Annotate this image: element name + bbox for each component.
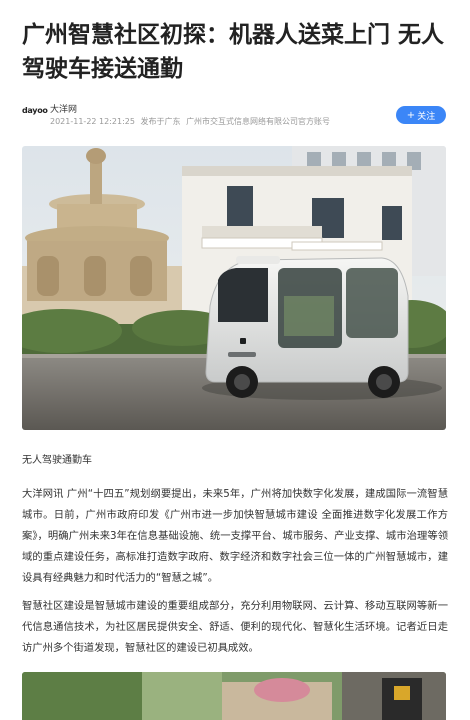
paragraph: 智慧社区建设是智慧城市建设的重要组成部分，充分利用物联网、云计算、移动互联网等新…: [22, 600, 448, 654]
publish-location: 发布于广东: [140, 117, 181, 126]
article-photo[interactable]: [22, 146, 446, 430]
plus-icon: +: [406, 109, 416, 121]
article-page: 广州智慧社区初探：机器人送菜上门 无人驾驶车接送通勤 dayoo 大洋网 202…: [0, 0, 470, 720]
follow-label: 关注: [417, 111, 436, 122]
publish-date: 2021-11-22 12:21:25: [50, 117, 135, 126]
follow-button[interactable]: + 关注: [396, 106, 446, 124]
author-org: 广州市交互式信息网络有限公司官方账号: [186, 117, 331, 126]
street-photo: [22, 672, 446, 720]
article-title: 广州智慧社区初探：机器人送菜上门 无人驾驶车接送通勤: [22, 22, 445, 82]
publish-meta: 2021-11-22 12:21:25 发布于广东 广州市交互式信息网络有限公司…: [50, 116, 333, 127]
autonomous-shuttle-photo: [22, 146, 446, 430]
image-caption: 无人驾驶通勤车: [22, 455, 92, 466]
author-row: dayoo 大洋网 2021-11-22 12:21:25 发布于广东 广州市交…: [22, 100, 448, 130]
avatar[interactable]: dayoo: [22, 106, 48, 120]
article-photo-2[interactable]: [22, 672, 446, 720]
author-name[interactable]: 大洋网: [50, 102, 77, 115]
paragraph: 大洋网讯 广州“十四五”规划纲要提出，未来5年，广州将加快数字化发展，建成国际一…: [22, 488, 448, 584]
